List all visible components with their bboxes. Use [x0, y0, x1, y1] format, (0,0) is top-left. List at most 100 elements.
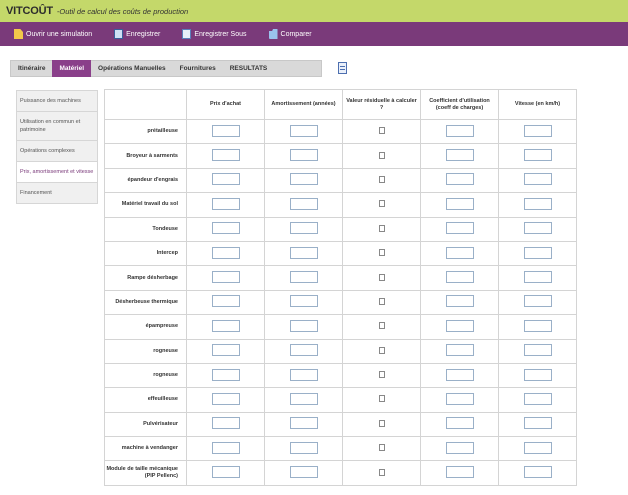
- valeur-residuelle-checkbox[interactable]: [378, 127, 385, 135]
- vitesse-input[interactable]: [523, 295, 552, 308]
- compare-button[interactable]: Comparer: [268, 29, 312, 39]
- valeur-residuelle-checkbox[interactable]: [378, 273, 385, 281]
- grid-cell: [264, 411, 343, 438]
- amortissement-input[interactable]: [289, 368, 318, 381]
- save-as-button[interactable]: Enregistrer Sous: [182, 29, 247, 39]
- vitesse-input[interactable]: [523, 246, 552, 259]
- coefficient-input[interactable]: [445, 344, 474, 357]
- amortissement-input[interactable]: [289, 197, 318, 210]
- prix-input[interactable]: [211, 295, 240, 308]
- amortissement-input[interactable]: [289, 441, 318, 454]
- prix-input[interactable]: [211, 344, 240, 357]
- tab-materiel[interactable]: Matériel: [52, 60, 92, 77]
- amortissement-input[interactable]: [289, 319, 318, 332]
- valeur-residuelle-checkbox[interactable]: [378, 297, 385, 305]
- prix-input[interactable]: [211, 466, 240, 479]
- vitesse-input[interactable]: [523, 368, 552, 381]
- grid-cell: [420, 436, 499, 462]
- vitesse-input[interactable]: [523, 173, 552, 186]
- vitesse-input[interactable]: [523, 222, 552, 235]
- tab-fournitures[interactable]: Fournitures: [173, 60, 223, 77]
- vitesse-input[interactable]: [523, 149, 552, 162]
- amortissement-input[interactable]: [289, 124, 318, 137]
- row-label: rogneuse: [104, 362, 187, 389]
- amortissement-input[interactable]: [289, 392, 318, 405]
- amortissement-input[interactable]: [289, 149, 318, 162]
- amortissement-input[interactable]: [289, 222, 318, 235]
- sidebar-item-utilisation[interactable]: Utilisation en commun et patrimoine: [16, 111, 98, 140]
- prix-input[interactable]: [211, 417, 240, 430]
- sidebar-item-financement[interactable]: Financement: [16, 182, 98, 204]
- tab-operations-manuelles[interactable]: Opérations Manuelles: [91, 60, 173, 77]
- coefficient-input[interactable]: [445, 368, 474, 381]
- vitesse-input[interactable]: [523, 441, 552, 454]
- coefficient-input[interactable]: [445, 295, 474, 308]
- grid-cell: [420, 411, 499, 438]
- prix-input[interactable]: [211, 197, 240, 210]
- coefficient-input[interactable]: [445, 173, 474, 186]
- grid-cell: [498, 362, 577, 389]
- prix-input[interactable]: [211, 441, 240, 454]
- amortissement-input[interactable]: [289, 295, 318, 308]
- coefficient-input[interactable]: [445, 271, 474, 284]
- valeur-residuelle-checkbox[interactable]: [378, 151, 385, 159]
- sidebar-item-puissance[interactable]: Puissance des machines: [16, 90, 98, 111]
- vitesse-input[interactable]: [523, 197, 552, 210]
- valeur-residuelle-checkbox[interactable]: [378, 200, 385, 208]
- amortissement-input[interactable]: [289, 173, 318, 186]
- valeur-residuelle-checkbox[interactable]: [378, 371, 385, 379]
- prix-input[interactable]: [211, 271, 240, 284]
- document-icon[interactable]: [338, 62, 347, 74]
- valeur-residuelle-checkbox[interactable]: [378, 224, 385, 232]
- valeur-residuelle-checkbox[interactable]: [378, 322, 385, 330]
- save-button[interactable]: Enregistrer: [114, 29, 160, 39]
- vitesse-input[interactable]: [523, 319, 552, 332]
- amortissement-input[interactable]: [289, 417, 318, 430]
- coefficient-input[interactable]: [445, 441, 474, 454]
- vitesse-input[interactable]: [523, 417, 552, 430]
- grid-cell: [186, 460, 265, 486]
- tab-itineraire[interactable]: Itinéraire: [11, 60, 52, 77]
- sidebar-item-operations[interactable]: Opérations complexes: [16, 140, 98, 161]
- prix-input[interactable]: [211, 222, 240, 235]
- coefficient-input[interactable]: [445, 222, 474, 235]
- coefficient-input[interactable]: [445, 124, 474, 137]
- coefficient-input[interactable]: [445, 197, 474, 210]
- valeur-residuelle-checkbox[interactable]: [378, 175, 385, 183]
- compare-label: Comparer: [280, 30, 312, 38]
- amortissement-input[interactable]: [289, 466, 318, 479]
- prix-input[interactable]: [211, 319, 240, 332]
- prix-input[interactable]: [211, 124, 240, 137]
- coefficient-input[interactable]: [445, 392, 474, 405]
- coefficient-input[interactable]: [445, 246, 474, 259]
- prix-input[interactable]: [211, 149, 240, 162]
- vitesse-input[interactable]: [523, 271, 552, 284]
- coefficient-input[interactable]: [445, 466, 474, 479]
- vitesse-input[interactable]: [523, 124, 552, 137]
- valeur-residuelle-checkbox[interactable]: [378, 468, 385, 476]
- open-simulation-button[interactable]: Ouvrir une simulation: [14, 29, 92, 39]
- coefficient-input[interactable]: [445, 319, 474, 332]
- table-row: épampreuse: [104, 314, 577, 340]
- valeur-residuelle-checkbox[interactable]: [378, 395, 385, 403]
- grid-cell: [420, 338, 499, 364]
- prix-input[interactable]: [211, 246, 240, 259]
- valeur-residuelle-checkbox[interactable]: [378, 346, 385, 354]
- prix-input[interactable]: [211, 368, 240, 381]
- coefficient-input[interactable]: [445, 417, 474, 430]
- valeur-residuelle-checkbox[interactable]: [378, 249, 385, 257]
- amortissement-input[interactable]: [289, 271, 318, 284]
- vitesse-input[interactable]: [523, 344, 552, 357]
- amortissement-input[interactable]: [289, 344, 318, 357]
- prix-input[interactable]: [211, 392, 240, 405]
- amortissement-input[interactable]: [289, 246, 318, 259]
- grid-cell: [498, 411, 577, 438]
- vitesse-input[interactable]: [523, 466, 552, 479]
- coefficient-input[interactable]: [445, 149, 474, 162]
- tab-resultats[interactable]: RESULTATS: [223, 60, 275, 77]
- valeur-residuelle-checkbox[interactable]: [378, 444, 385, 452]
- valeur-residuelle-checkbox[interactable]: [378, 419, 385, 427]
- prix-input[interactable]: [211, 173, 240, 186]
- sidebar-item-prix[interactable]: Prix, amortissement et vitesse: [16, 161, 98, 182]
- vitesse-input[interactable]: [523, 392, 552, 405]
